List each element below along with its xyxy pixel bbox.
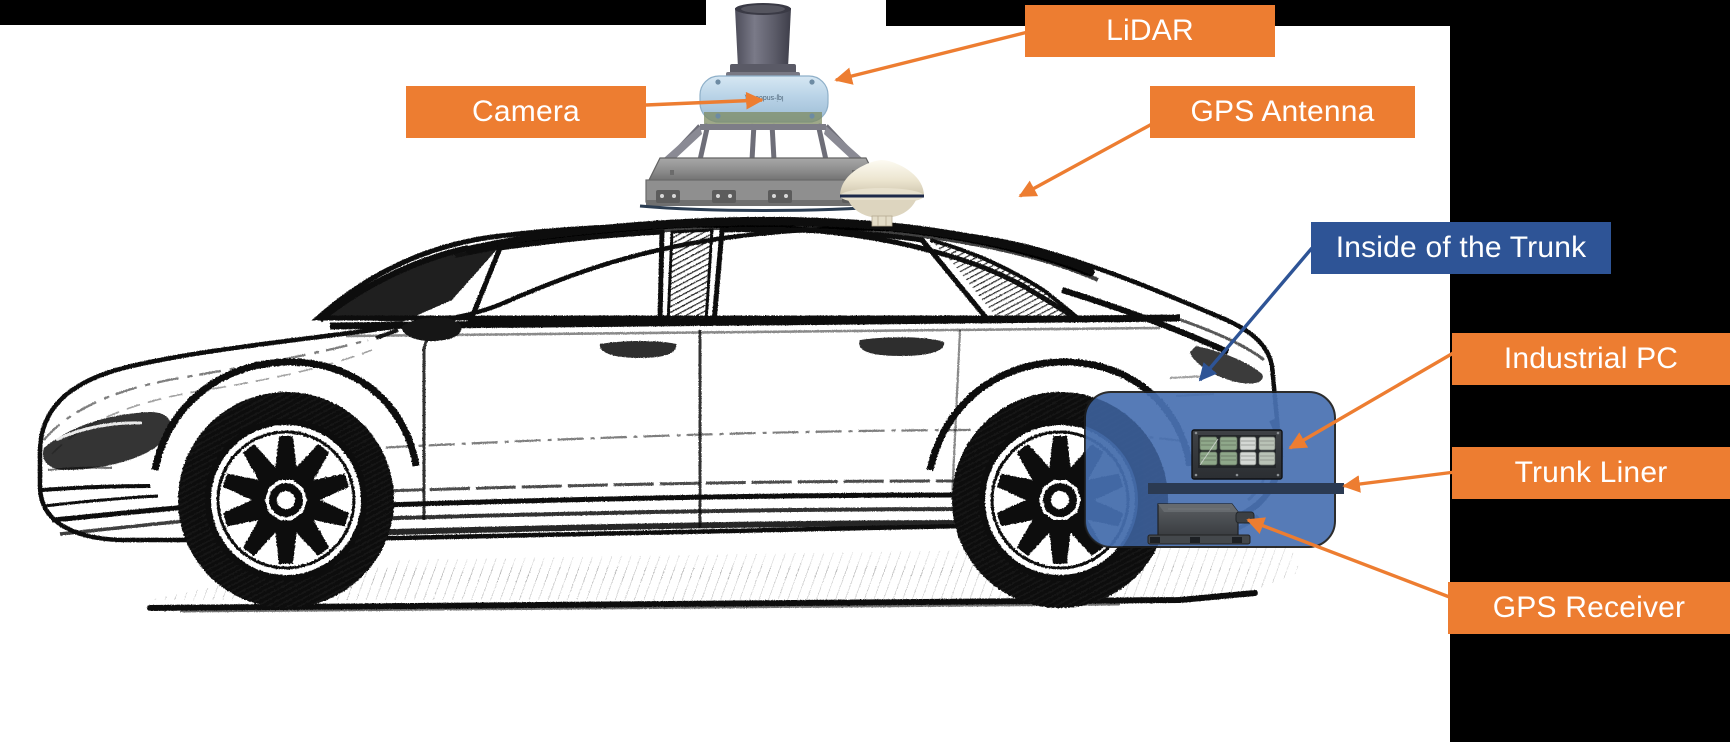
label-camera[interactable]: Camera [406, 86, 646, 138]
label-trunk-liner-text: Trunk Liner [1514, 456, 1668, 489]
label-inside-of-the-trunk-text: Inside of the Trunk [1335, 231, 1587, 264]
label-gps-antenna-text: GPS Antenna [1190, 95, 1375, 128]
black-band-top-left [0, 0, 706, 25]
roof-rig-white-notch [706, 0, 886, 26]
label-lidar-text: LiDAR [1106, 14, 1194, 47]
label-trunk-liner[interactable]: Trunk Liner [1452, 447, 1730, 499]
label-lidar[interactable]: LiDAR [1025, 5, 1275, 57]
label-inside-of-the-trunk[interactable]: Inside of the Trunk [1311, 222, 1611, 274]
label-camera-text: Camera [472, 95, 580, 128]
label-gps-receiver-text: GPS Receiver [1492, 591, 1686, 624]
figure-canvas: lqj-snd6oa-f(LiDAR Camera GPS Antenna I… [0, 0, 1730, 742]
label-industrial-pc[interactable]: Industrial PC [1452, 333, 1730, 385]
label-gps-antenna[interactable]: GPS Antenna [1150, 86, 1415, 138]
label-industrial-pc-text: Industrial PC [1503, 342, 1679, 375]
label-gps-receiver[interactable]: GPS Receiver [1448, 582, 1730, 634]
